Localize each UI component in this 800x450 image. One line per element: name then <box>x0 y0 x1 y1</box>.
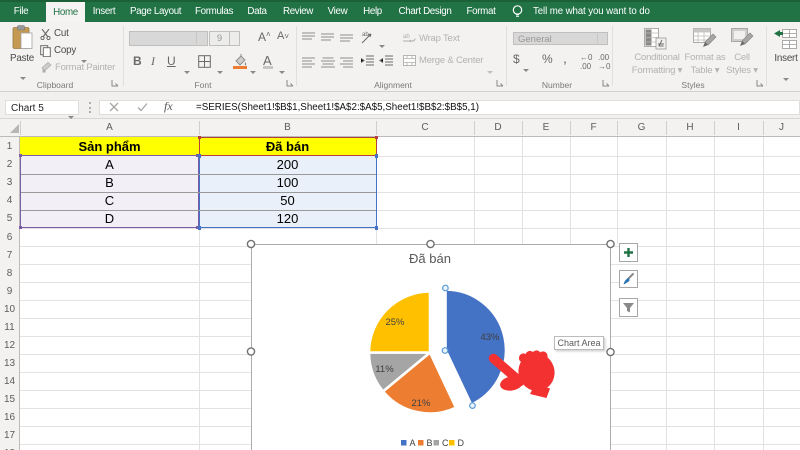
svg-text:ab: ab <box>403 34 410 40</box>
svg-text:C: C <box>442 438 449 448</box>
svg-text:21%: 21% <box>411 398 431 409</box>
svg-text:B: B <box>427 438 433 448</box>
svg-text:D: D <box>458 438 465 448</box>
svg-text:ab: ab <box>362 32 369 38</box>
svg-text:A: A <box>410 438 416 448</box>
